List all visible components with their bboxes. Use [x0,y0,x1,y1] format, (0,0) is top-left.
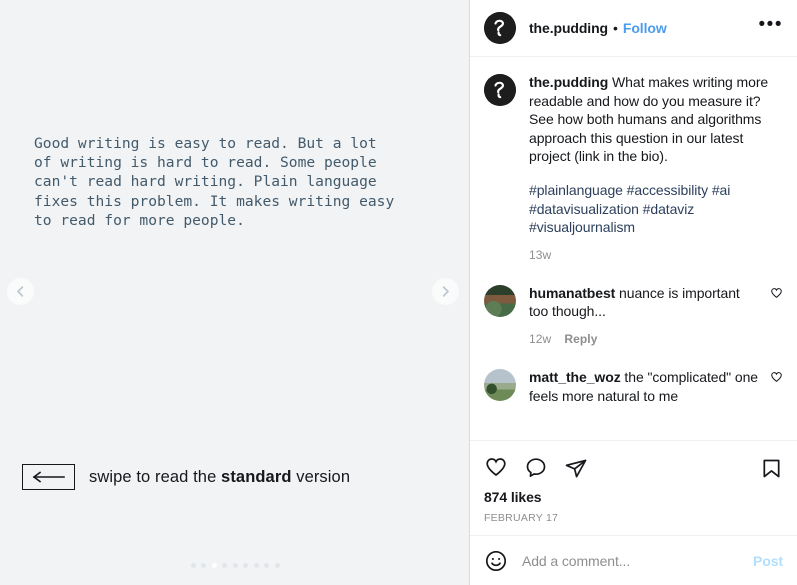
post-comment-button[interactable]: Post [753,553,783,569]
carousel-prev-button[interactable] [7,278,34,305]
avatar[interactable] [484,284,516,317]
comment-item: matt_the_woz the "complicated" one feels… [484,368,783,405]
save-button[interactable] [760,457,783,480]
paper-plane-icon [565,459,587,478]
header-separator: • [613,20,618,36]
swipe-hint-prefix: swipe to read the [89,467,222,486]
pudding-logo-icon [484,12,516,44]
carousel-dot[interactable] [222,563,227,568]
swipe-hint-label: swipe to read the standard version [89,468,350,487]
comment-body: humanatbest nuance is important too thou… [529,284,762,346]
emoji-picker-button[interactable] [484,549,508,573]
caption-body: the.pudding What makes writing more read… [529,73,783,262]
heart-outline-icon [771,372,782,382]
follow-button[interactable]: Follow [623,20,667,36]
share-button[interactable] [564,456,588,480]
comments-scroll-area[interactable]: the.pudding What makes writing more read… [470,57,797,440]
carousel-dot[interactable] [264,563,269,568]
long-arrow-left-icon [32,471,65,483]
caption-text: the.pudding What makes writing more read… [529,73,783,166]
bookmark-outline-icon [763,459,780,477]
carousel-dot[interactable] [201,563,206,568]
swipe-hint: swipe to read the standard version [22,464,350,490]
chevron-left-icon [17,286,24,297]
media-carousel[interactable]: Good writing is easy to read. But a lot … [0,0,470,585]
caption-hashtags[interactable]: #plainlanguage #accessibility #ai #datav… [529,181,783,237]
add-comment-input[interactable] [522,552,754,569]
comment-meta: 12w Reply [529,332,762,346]
comment-text: humanatbest nuance is important too thou… [529,284,762,321]
carousel-dots[interactable] [0,563,469,568]
more-options-button[interactable]: ••• [759,15,783,36]
comment-bubble-icon [526,458,546,477]
swipe-hint-bold: standard [221,467,292,486]
comment-button[interactable] [524,456,548,480]
comment-timestamp: 12w [529,331,552,346]
comment-text: matt_the_woz the "complicated" one feels… [529,368,762,405]
action-bar: 874 likes FEBRUARY 17 [470,440,797,535]
carousel-dot[interactable] [253,563,259,568]
post-header: the.pudding • Follow ••• [470,0,797,57]
comment-item: humanatbest nuance is important too thou… [484,284,783,346]
add-comment-bar: Post [470,535,797,585]
post-date: FEBRUARY 17 [484,512,559,524]
heart-outline-icon [771,287,782,298]
carousel-next-button[interactable] [432,278,459,305]
like-button[interactable] [484,456,508,480]
carousel-dot[interactable] [243,563,248,568]
avatar[interactable] [484,368,516,401]
avatar[interactable] [484,12,516,44]
caption-block: the.pudding What makes writing more read… [484,73,783,262]
header-username[interactable]: the.pudding [529,20,608,36]
caption-meta: 13w [529,248,783,262]
caption-timestamp: 13w [529,247,552,262]
likes-count[interactable]: 874 likes [484,489,783,505]
comment-body: matt_the_woz the "complicated" one feels… [529,368,762,405]
action-icons-row [484,448,783,488]
caption-username[interactable]: the.pudding [529,74,608,90]
instagram-post: Good writing is easy to read. But a lot … [0,0,797,585]
swipe-arrow-box [22,464,75,490]
comment-username[interactable]: humanatbest [529,285,615,301]
comment-like-button[interactable] [770,368,783,389]
post-sidebar: the.pudding • Follow ••• the.pudding Wha… [470,0,797,585]
chevron-right-icon [442,286,449,297]
heart-outline-icon [486,458,506,477]
comment-reply-button[interactable]: Reply [564,332,597,346]
carousel-dot[interactable] [190,563,196,568]
carousel-dot[interactable] [232,563,238,568]
swipe-hint-suffix: version [291,467,351,486]
comment-like-button[interactable] [770,284,783,305]
smiley-face-icon [485,550,507,571]
comment-username[interactable]: matt_the_woz [529,369,621,385]
pudding-logo-icon [484,74,516,106]
carousel-dot[interactable] [274,563,280,568]
avatar[interactable] [484,74,516,106]
slide-body-text: Good writing is easy to read. But a lot … [34,135,395,229]
carousel-dot[interactable] [211,563,217,568]
